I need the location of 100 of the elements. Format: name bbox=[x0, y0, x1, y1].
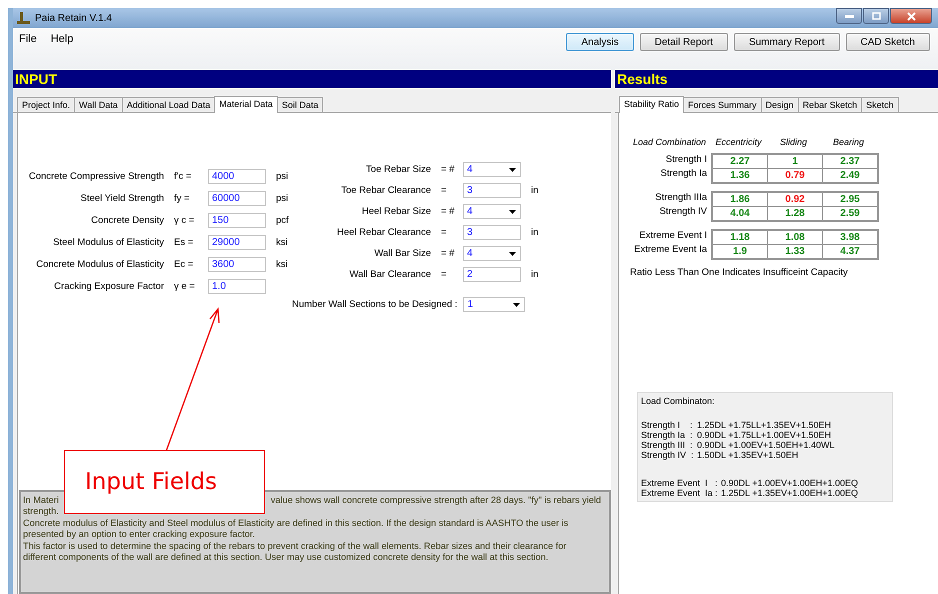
tab[interactable]: Additional Load Data bbox=[122, 97, 216, 112]
symbol-label: = bbox=[440, 227, 448, 238]
table-cell: 1.08 bbox=[767, 231, 822, 244]
combination-formula: 0.90DL +1.00EV+1.50EH+1.40WL bbox=[697, 440, 835, 450]
table-cell: 1.28 bbox=[767, 206, 822, 220]
panel-title: Load Combinaton: bbox=[641, 396, 716, 406]
menu-item[interactable]: Help bbox=[50, 33, 74, 45]
input-field[interactable]: 4000 bbox=[208, 168, 266, 184]
window-title: Paia Retain V.1.4 bbox=[35, 12, 112, 24]
caret-icon bbox=[509, 210, 516, 214]
unit-label: ksi bbox=[276, 236, 288, 248]
callout: Input Fields bbox=[64, 450, 265, 514]
field-label: Steel Modulus of Elasticity bbox=[52, 236, 165, 248]
row-label: Strength Ia bbox=[660, 167, 707, 181]
tab[interactable]: Design bbox=[760, 97, 799, 112]
table-cell: 1 bbox=[767, 155, 822, 168]
combination-name: Strength Ia : bbox=[641, 430, 694, 440]
description-text: This factor is used to determine the spacing of the rebars to prevent cracking of the wall elements. Rebar sizes and their clearance for bbox=[23, 540, 566, 551]
caret-icon bbox=[509, 252, 516, 256]
section-header: INPUT bbox=[13, 70, 611, 88]
combination-name: Strength III : bbox=[641, 440, 694, 450]
table-cell-text: 1.18 bbox=[729, 231, 751, 244]
field-label: Toe Rebar Clearance bbox=[340, 185, 432, 196]
section-header: Results bbox=[615, 70, 938, 88]
input-field[interactable]: 2 bbox=[463, 267, 521, 282]
combination-formula: 0.90DL +1.75LL+1.00EV+1.50EH bbox=[697, 430, 832, 440]
tab[interactable]: Stability Ratio bbox=[619, 96, 684, 113]
input-field[interactable]: 3 bbox=[463, 225, 521, 240]
maximize-icon bbox=[872, 12, 880, 20]
field-label: Steel Yield Strength bbox=[80, 192, 165, 204]
close-icon bbox=[906, 12, 916, 20]
symbol-label: Ec = bbox=[173, 258, 194, 270]
field-label: Concrete Compressive Strength bbox=[28, 170, 165, 182]
symbol-label: = # bbox=[440, 164, 456, 175]
description-text: value shows wall concrete compressive strength after 28 days. "fy" is rebars yield bbox=[270, 495, 602, 506]
symbol-label: γ c = bbox=[173, 214, 196, 226]
caret-icon bbox=[509, 168, 516, 172]
table-cell: 0.92 bbox=[767, 193, 822, 206]
toolbar-button[interactable]: Analysis bbox=[566, 33, 634, 51]
table-cell-text: 1.86 bbox=[729, 193, 751, 206]
unit-label: in bbox=[531, 227, 538, 238]
column-header: Load Combination bbox=[633, 137, 708, 147]
table-cell: 1.9 bbox=[713, 244, 767, 258]
dropdown[interactable]: 4 bbox=[463, 246, 521, 261]
table-cell: 4.04 bbox=[713, 206, 767, 220]
table-cell: 2.37 bbox=[822, 155, 877, 168]
app-icon bbox=[17, 12, 31, 24]
row-label: Extreme Event I bbox=[639, 229, 707, 243]
symbol-label: = # bbox=[440, 248, 456, 259]
maximize-button[interactable] bbox=[863, 8, 889, 24]
tab[interactable]: Rebar Sketch bbox=[798, 97, 862, 112]
tab[interactable]: Sketch bbox=[861, 97, 899, 112]
description-text: In Materi bbox=[23, 495, 59, 506]
input-field[interactable]: 1.0 bbox=[208, 278, 266, 294]
combination-formula: 1.25DL +1.35EV+1.00EH+1.00EQ bbox=[721, 488, 858, 498]
input-field[interactable]: 150 bbox=[208, 212, 266, 228]
table-cell: 3.98 bbox=[822, 231, 877, 244]
table-cell: 1.33 bbox=[767, 244, 822, 258]
unit-label: psi bbox=[276, 192, 288, 204]
row-label: Strength I bbox=[666, 153, 707, 167]
caret-icon bbox=[513, 302, 520, 306]
description-text: Concrete modulus of Elasticity and Steel modulus of Elasticity are defined in this section. If the design standard is AASHTO the user is bbox=[23, 518, 568, 528]
unit-label: pcf bbox=[276, 214, 289, 226]
dropdown[interactable]: 1 bbox=[463, 297, 526, 312]
column-header: Sliding bbox=[778, 137, 808, 147]
field-label: Wall Bar Clearance bbox=[348, 269, 432, 280]
combination-formula: 0.90DL +1.00EV+1.00EH+1.00EQ bbox=[721, 478, 858, 488]
unit-label: ksi bbox=[276, 258, 288, 270]
row-label: Extreme Event Ia bbox=[634, 243, 707, 257]
toolbar-button[interactable]: Summary Report bbox=[734, 33, 840, 51]
field-label: Heel Rebar Clearance bbox=[336, 227, 432, 238]
input-field[interactable]: 3600 bbox=[208, 256, 266, 272]
table-cell: 4.37 bbox=[822, 244, 877, 258]
tab[interactable]: Soil Data bbox=[276, 97, 324, 112]
row-label: Strength IV bbox=[659, 205, 707, 219]
combination-formula: 1.25DL +1.75LL+1.35EV+1.50EH bbox=[697, 420, 832, 430]
description-text: strength. bbox=[23, 506, 59, 516]
table-cell: 2.59 bbox=[822, 206, 877, 220]
menu-item[interactable]: File bbox=[19, 33, 37, 45]
tab[interactable]: Wall Data bbox=[74, 97, 123, 112]
field-label: Number Wall Sections to be Designed : bbox=[292, 299, 458, 310]
description-text: different components of the wall are defined at this section. User may use customized concrete density for the wall at this section. bbox=[23, 552, 548, 562]
symbol-label: f'c = bbox=[173, 170, 192, 182]
dropdown[interactable]: 4 bbox=[463, 162, 521, 177]
input-field[interactable]: 29000 bbox=[208, 234, 266, 250]
toolbar-button[interactable]: Detail Report bbox=[640, 33, 728, 51]
field-label: Concrete Modulus of Elasticity bbox=[35, 258, 165, 270]
toolbar-button[interactable]: CAD Sketch bbox=[846, 33, 930, 51]
dropdown[interactable]: 4 bbox=[463, 204, 521, 219]
unit-label: in bbox=[531, 269, 538, 280]
input-field[interactable]: 3 bbox=[463, 183, 521, 198]
tab[interactable]: Material Data bbox=[214, 96, 278, 113]
unit-label: in bbox=[531, 185, 538, 196]
combination-formula: 1.50DL +1.35EV+1.50EH bbox=[697, 450, 798, 460]
tab[interactable]: Project Info. bbox=[17, 97, 76, 112]
field-label: Concrete Density bbox=[90, 214, 165, 226]
tab[interactable]: Forces Summary bbox=[683, 97, 762, 112]
input-field[interactable]: 60000 bbox=[208, 190, 266, 206]
minimize-button[interactable] bbox=[836, 8, 862, 24]
close-button[interactable] bbox=[890, 8, 932, 24]
